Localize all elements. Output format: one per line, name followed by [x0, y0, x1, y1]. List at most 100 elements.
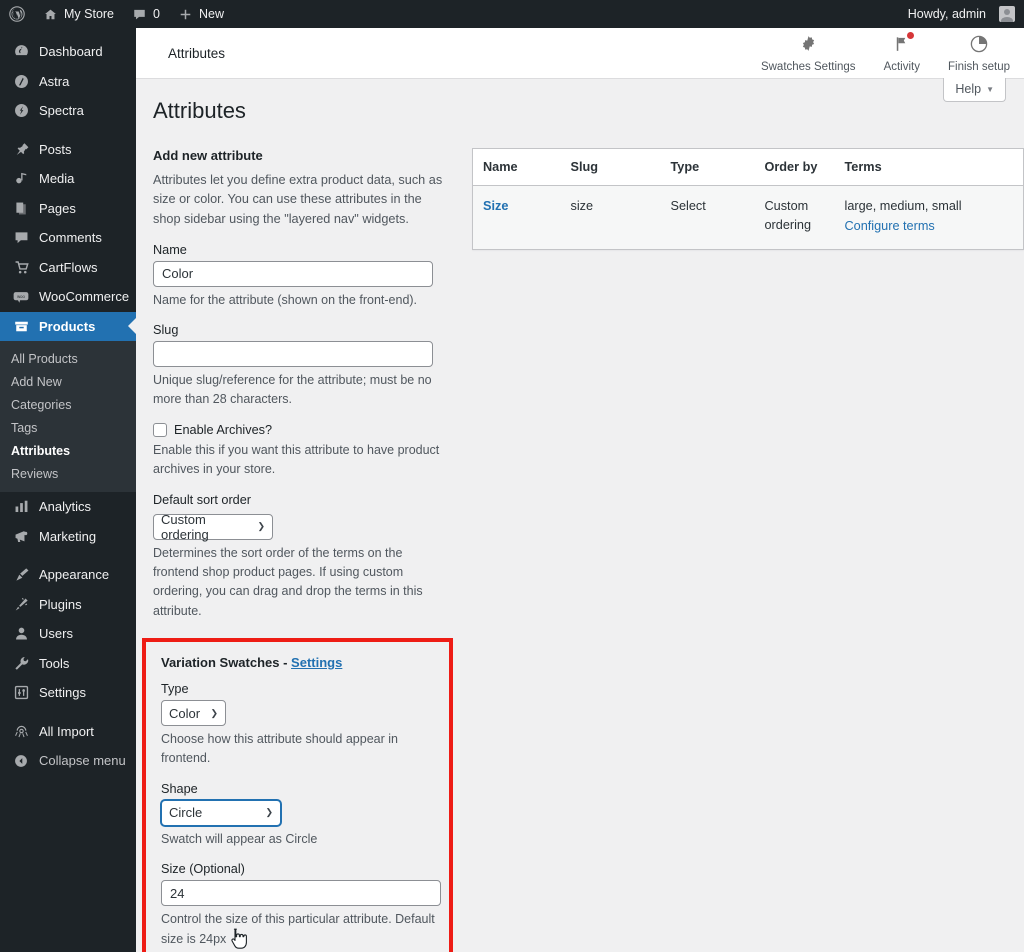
cell-order-by: Custom ordering — [754, 185, 835, 250]
attribute-name-link[interactable]: Size — [483, 199, 508, 213]
enable-archives-checkbox[interactable] — [153, 422, 167, 437]
chevron-down-icon: ❯ — [257, 521, 265, 532]
new-content-label: New — [198, 7, 224, 21]
attributes-table-wrapper: Name Slug Type Order by Terms Size size … — [472, 147, 1024, 952]
comments-button[interactable]: 0 — [123, 0, 169, 28]
content-area: Attributes Add new attribute Attributes … — [136, 79, 1024, 952]
sidebar-subitem-add-new[interactable]: Add New — [0, 370, 136, 393]
swatches-settings-button[interactable]: Swatches Settings — [747, 33, 870, 74]
all-import-icon — [11, 723, 31, 740]
sidebar-item-comments[interactable]: Comments — [0, 223, 136, 253]
admin-bar: My Store 0 New Howdy, admin — [0, 0, 1024, 28]
progress-circle-icon — [969, 33, 989, 55]
sidebar-item-label: Pages — [39, 200, 76, 216]
sidebar-item-marketing[interactable]: Marketing — [0, 522, 136, 552]
sidebar-item-settings[interactable]: Settings — [0, 678, 136, 708]
sidebar-item-label: Settings — [39, 685, 86, 701]
enable-archives-label: Enable Archives? — [174, 422, 273, 437]
sidebar-item-tools[interactable]: Tools — [0, 649, 136, 679]
sidebar-item-label: Marketing — [39, 528, 97, 544]
cell-name: Size — [472, 185, 561, 250]
sidebar-separator-1 — [0, 126, 136, 135]
type-field-label: Type — [161, 682, 189, 697]
size-field-hint: Control the size of this particular attr… — [161, 912, 435, 946]
sidebar-item-products[interactable]: Products — [0, 311, 136, 341]
column-header-type[interactable]: Type — [660, 148, 755, 186]
collapse-arrow-icon — [11, 753, 31, 769]
finish-setup-label: Finish setup — [947, 60, 1010, 73]
column-header-slug[interactable]: Slug — [560, 148, 661, 186]
slug-input[interactable] — [153, 341, 433, 368]
sidebar-item-posts[interactable]: Posts — [0, 135, 136, 165]
sidebar-item-cartflows[interactable]: CartFlows — [0, 253, 136, 283]
megaphone-icon — [11, 528, 31, 545]
pages-icon — [11, 200, 31, 217]
wordpress-logo-icon — [9, 6, 25, 22]
user-icon — [11, 625, 31, 642]
chevron-down-icon: ❯ — [210, 707, 218, 718]
name-field-label: Name — [153, 242, 187, 257]
default-sort-order-value: Custom ordering — [161, 511, 209, 542]
activity-button[interactable]: Activity — [870, 31, 934, 74]
type-select-value: Color — [169, 705, 201, 721]
wordpress-logo-button[interactable] — [0, 0, 34, 28]
sidebar-subitem-reviews[interactable]: Reviews — [0, 462, 136, 485]
sidebar-item-label: All Import — [39, 723, 94, 739]
size-input[interactable] — [161, 880, 441, 907]
plug-icon — [11, 596, 31, 613]
column-header-terms[interactable]: Terms — [834, 148, 1024, 186]
sidebar-item-appearance[interactable]: Appearance — [0, 560, 136, 590]
plus-icon — [178, 7, 193, 22]
cart-icon — [11, 259, 31, 276]
swatches-settings-link[interactable]: Settings — [291, 655, 342, 670]
type-select[interactable]: Color ❯ — [161, 700, 226, 727]
column-header-name[interactable]: Name — [472, 148, 561, 186]
sidebar-subitem-all-products[interactable]: All Products — [0, 347, 136, 370]
svg-text:woo: woo — [17, 294, 25, 299]
sidebar-item-label: Astra — [39, 73, 70, 89]
admin-sidebar: Dashboard Astra Spectra Posts Media Page… — [0, 28, 136, 952]
enable-archives-row[interactable]: Enable Archives? — [153, 422, 447, 437]
sidebar-item-dashboard[interactable]: Dashboard — [0, 37, 136, 67]
howdy-account-button[interactable]: Howdy, admin — [899, 0, 1024, 28]
help-button[interactable]: Help ▼ — [943, 78, 1006, 102]
slug-field-label: Slug — [153, 323, 179, 338]
slug-field-hint: Unique slug/reference for the attribute;… — [153, 373, 432, 407]
woocommerce-header: Attributes Swatches Settings Activity Fi… — [136, 28, 1024, 79]
sidebar-item-spectra[interactable]: Spectra — [0, 96, 136, 126]
products-submenu: All Products Add New Categories Tags Att… — [0, 341, 136, 492]
sidebar-item-pages[interactable]: Pages — [0, 194, 136, 224]
sidebar-item-label: Media — [39, 171, 75, 187]
finish-setup-button[interactable]: Finish setup — [934, 33, 1024, 74]
default-sort-order-label: Default sort order — [153, 492, 252, 507]
sidebar-item-woocommerce[interactable]: woo WooCommerce — [0, 282, 136, 312]
sidebar-item-plugins[interactable]: Plugins — [0, 590, 136, 620]
site-name-label: My Store — [64, 7, 115, 21]
howdy-label: Howdy, admin — [907, 7, 986, 21]
sidebar-subitem-tags[interactable]: Tags — [0, 416, 136, 439]
name-input[interactable] — [153, 260, 433, 287]
default-sort-order-select[interactable]: Custom ordering ❯ — [153, 511, 273, 542]
attributes-table: Name Slug Type Order by Terms Size size … — [472, 147, 1024, 250]
sidebar-item-label: Analytics — [39, 499, 92, 515]
sidebar-item-label: Spectra — [39, 103, 84, 119]
sidebar-item-users[interactable]: Users — [0, 619, 136, 649]
shape-select[interactable]: Circle ❯ — [161, 799, 281, 826]
sidebar-subitem-categories[interactable]: Categories — [0, 393, 136, 416]
configure-terms-link[interactable]: Configure terms — [845, 217, 1014, 236]
sidebar-item-all-import[interactable]: All Import — [0, 717, 136, 747]
new-content-button[interactable]: New — [169, 0, 233, 28]
site-name-button[interactable]: My Store — [34, 0, 123, 28]
add-attribute-heading: Add new attribute — [153, 147, 263, 163]
sidebar-item-media[interactable]: Media — [0, 164, 136, 194]
sidebar-item-label: Products — [39, 318, 96, 334]
enable-archives-hint: Enable this if you want this attribute t… — [153, 442, 440, 477]
sidebar-separator-2 — [0, 551, 136, 560]
sidebar-item-astra[interactable]: Astra — [0, 67, 136, 97]
sidebar-item-analytics[interactable]: Analytics — [0, 492, 136, 522]
collapse-menu-button[interactable]: Collapse menu — [0, 746, 136, 776]
column-header-order-by[interactable]: Order by — [754, 148, 835, 186]
sidebar-subitem-attributes[interactable]: Attributes — [0, 439, 136, 462]
cell-slug: size — [560, 185, 661, 250]
sidebar-item-label: Tools — [39, 655, 70, 671]
